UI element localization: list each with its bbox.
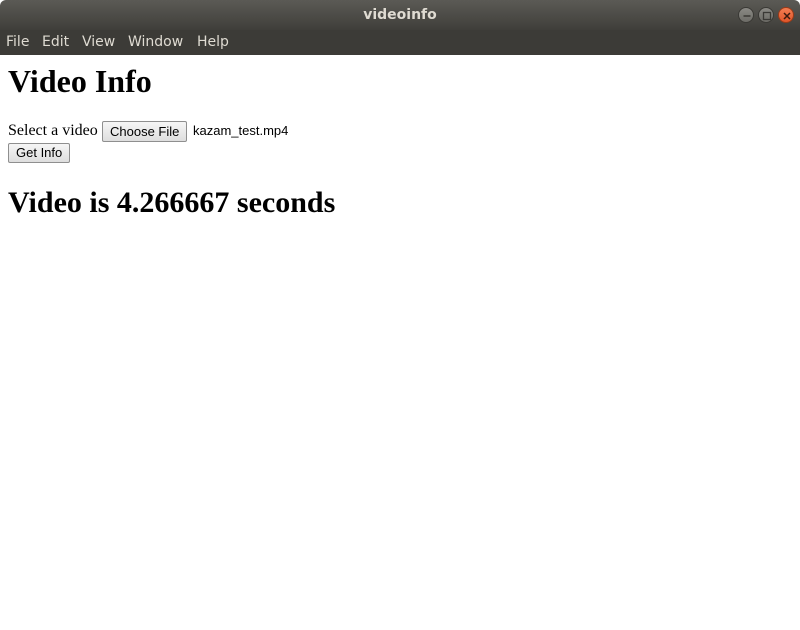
menu-file[interactable]: File xyxy=(6,30,29,55)
maximize-button[interactable] xyxy=(758,7,774,23)
close-icon xyxy=(783,12,791,20)
select-video-label: Select a video xyxy=(8,122,98,139)
close-button[interactable] xyxy=(778,7,794,23)
page-content: Video Info Select a video Choose File ka… xyxy=(0,55,800,630)
menu-window[interactable]: Window xyxy=(128,30,183,55)
menu-bar: File Edit View Window Help xyxy=(0,30,800,55)
selected-file-name: kazam_test.mp4 xyxy=(193,123,289,138)
result-heading: Video is 4.266667 seconds xyxy=(8,186,336,219)
maximize-icon xyxy=(762,11,772,21)
menu-view[interactable]: View xyxy=(82,30,115,55)
choose-file-button[interactable]: Choose File xyxy=(102,121,188,142)
menu-edit[interactable]: Edit xyxy=(42,30,69,55)
menu-help[interactable]: Help xyxy=(197,30,229,55)
get-info-button[interactable]: Get Info xyxy=(8,143,71,163)
title-bar: videoinfo xyxy=(0,0,800,30)
window-title: videoinfo xyxy=(363,7,437,23)
minimize-button[interactable] xyxy=(738,7,754,23)
minimize-icon xyxy=(743,15,751,17)
page-title: Video Info xyxy=(8,63,152,99)
